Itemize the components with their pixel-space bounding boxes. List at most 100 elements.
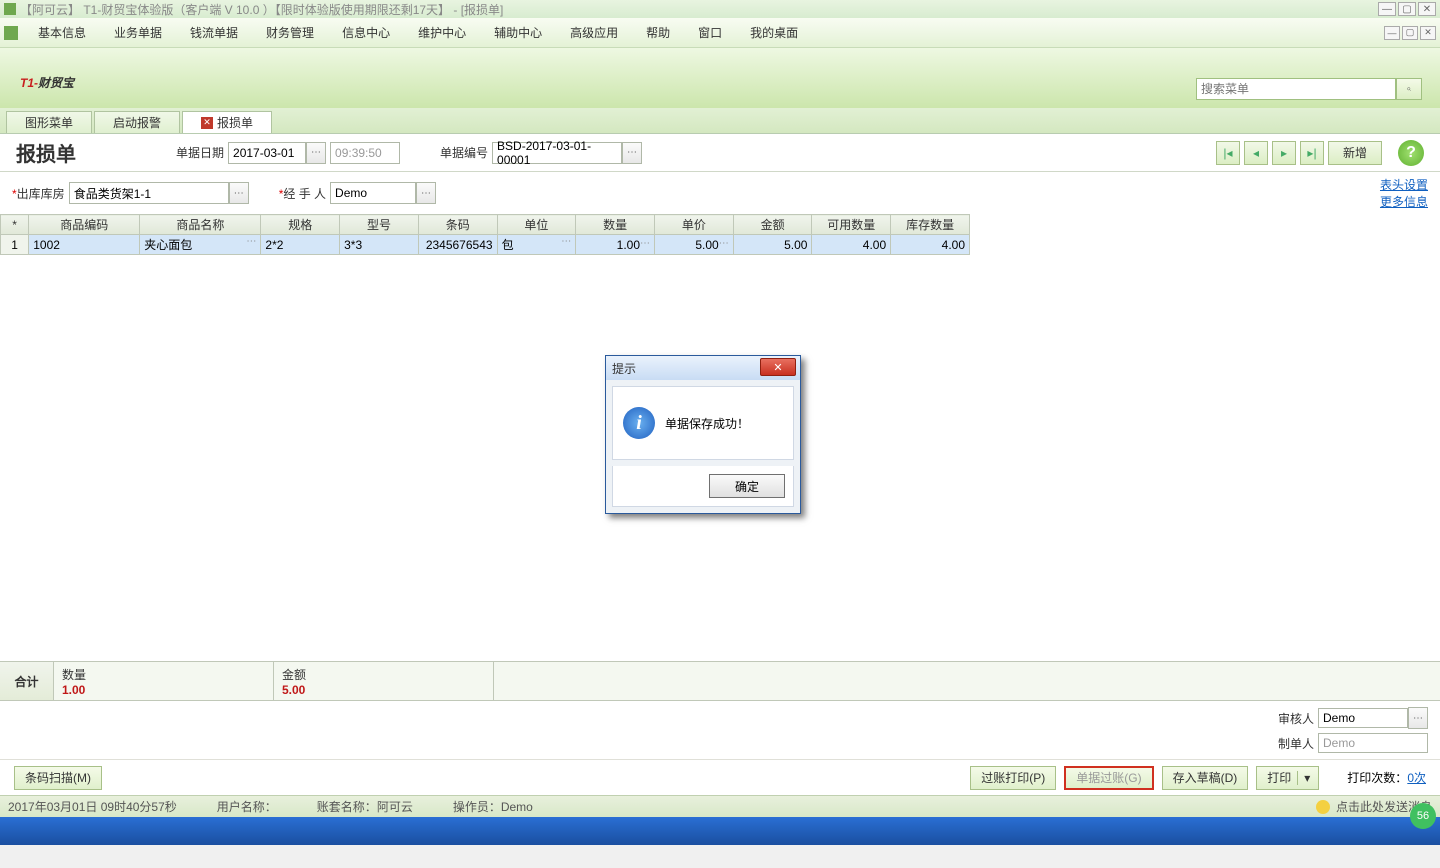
- status-datetime: 2017年03月01日 09时40分57秒: [8, 798, 177, 815]
- mdi-restore-icon[interactable]: ▢: [1402, 26, 1418, 40]
- menu-fin[interactable]: 财务管理: [252, 24, 328, 41]
- col-qty[interactable]: 数量: [576, 215, 655, 235]
- post-button[interactable]: 单据过账(G): [1064, 766, 1153, 790]
- menu-window[interactable]: 窗口: [684, 24, 736, 41]
- smile-icon: [1316, 800, 1330, 814]
- status-account: 账套名称：阿可云: [317, 798, 413, 815]
- cell-price[interactable]: 5.00⋯: [655, 235, 734, 255]
- auditor-picker-button[interactable]: ⋯: [1408, 707, 1428, 729]
- cell-picker-icon[interactable]: ⋯: [640, 238, 650, 249]
- search-input[interactable]: [1196, 78, 1396, 100]
- warehouse-picker-button[interactable]: ⋯: [229, 182, 249, 204]
- menu-basic[interactable]: 基本信息: [24, 24, 100, 41]
- more-info-link[interactable]: 更多信息: [1380, 193, 1428, 210]
- menu-info[interactable]: 信息中心: [328, 24, 404, 41]
- col-spec[interactable]: 规格: [261, 215, 340, 235]
- dialog-ok-button[interactable]: 确定: [709, 474, 785, 498]
- col-unit[interactable]: 单位: [497, 215, 576, 235]
- cell-amount[interactable]: 5.00: [733, 235, 812, 255]
- cell-picker-icon[interactable]: ⋯: [719, 238, 729, 249]
- notification-badge[interactable]: 56: [1410, 803, 1436, 829]
- date-field[interactable]: 2017-03-01: [228, 142, 306, 164]
- menu-adv[interactable]: 高级应用: [556, 24, 632, 41]
- tab-graphmenu[interactable]: 图形菜单: [6, 111, 92, 133]
- docno-field[interactable]: BSD-2017-03-01-00001: [492, 142, 622, 164]
- dialog-titlebar: 提示 ✕: [606, 356, 800, 380]
- col-code[interactable]: 商品编码: [29, 215, 140, 235]
- window-title: 【阿可云】 T1-财贸宝体验版（客户端 V 10.0 ）【限时体验版使用期限还剩…: [20, 1, 503, 18]
- col-model[interactable]: 型号: [340, 215, 419, 235]
- cell-unit[interactable]: 包⋯: [497, 235, 576, 255]
- action-bar: 条码扫描(M) 过账打印(P) 单据过账(G) 存入草稿(D) 打印▾ 打印次数…: [0, 759, 1440, 795]
- search-button[interactable]: [1396, 78, 1422, 100]
- col-stock[interactable]: 库存数量: [891, 215, 970, 235]
- status-user: 用户名称：: [217, 798, 277, 815]
- table-header-row: * 商品编码 商品名称 规格 型号 条码 单位 数量 单价 金额 可用数量 库存…: [1, 215, 970, 235]
- cell-idx: 1: [1, 235, 29, 255]
- col-amount[interactable]: 金额: [733, 215, 812, 235]
- cell-model[interactable]: 3*3: [340, 235, 419, 255]
- nav-prev-button[interactable]: ◂: [1244, 141, 1268, 165]
- cell-barcode[interactable]: 2345676543: [418, 235, 497, 255]
- cell-picker-icon[interactable]: ⋯: [561, 236, 571, 247]
- mdi-minimize-icon[interactable]: —: [1384, 26, 1400, 40]
- brand-bar: T1-财贸宝: [0, 48, 1440, 108]
- cell-picker-icon[interactable]: ⋯: [246, 236, 256, 247]
- menu-help[interactable]: 帮助: [632, 24, 684, 41]
- handler-picker-button[interactable]: ⋯: [416, 182, 436, 204]
- info-icon: i: [623, 407, 655, 439]
- status-bar: 2017年03月01日 09时40分57秒 用户名称： 账套名称：阿可云 操作员…: [0, 795, 1440, 817]
- save-draft-button[interactable]: 存入草稿(D): [1162, 766, 1249, 790]
- tab-alarm[interactable]: 启动报警: [94, 111, 180, 133]
- os-taskbar: 56: [0, 817, 1440, 845]
- lock-icon: [4, 26, 18, 40]
- print-count: 打印次数：0次: [1347, 769, 1426, 786]
- menu-assist[interactable]: 辅助中心: [480, 24, 556, 41]
- menu-desktop[interactable]: 我的桌面: [736, 24, 812, 41]
- menu-biz[interactable]: 业务单据: [100, 24, 176, 41]
- dialog-title: 提示: [612, 360, 636, 377]
- date-picker-button[interactable]: ⋯: [306, 142, 326, 164]
- handler-field[interactable]: Demo: [330, 182, 416, 204]
- col-idx[interactable]: *: [1, 215, 29, 235]
- tab-damage[interactable]: ✕ 报损单: [182, 111, 272, 133]
- header-settings-link[interactable]: 表头设置: [1380, 176, 1428, 193]
- help-icon[interactable]: ?: [1398, 140, 1424, 166]
- warehouse-field[interactable]: 食品类货架1-1: [69, 182, 229, 204]
- col-price[interactable]: 单价: [655, 215, 734, 235]
- cell-name[interactable]: 夹心面包⋯: [140, 235, 261, 255]
- status-operator: 操作员：Demo: [453, 798, 533, 815]
- mdi-close-icon[interactable]: ✕: [1420, 26, 1436, 40]
- cell-code[interactable]: 1002: [29, 235, 140, 255]
- nav-next-button[interactable]: ▸: [1272, 141, 1296, 165]
- col-name[interactable]: 商品名称: [140, 215, 261, 235]
- cell-spec[interactable]: 2*2: [261, 235, 340, 255]
- totals-qty: 数量 1.00: [54, 662, 274, 700]
- table-row[interactable]: 1 1002 夹心面包⋯ 2*2 3*3 2345676543 包⋯ 1.00⋯…: [1, 235, 970, 255]
- docno-picker-button[interactable]: ⋯: [622, 142, 642, 164]
- nav-last-button[interactable]: ▸|: [1300, 141, 1324, 165]
- docno-label: 单据编号: [440, 144, 488, 161]
- auditor-field[interactable]: [1318, 708, 1408, 728]
- col-avail[interactable]: 可用数量: [812, 215, 891, 235]
- print-button[interactable]: 打印▾: [1256, 766, 1319, 790]
- barcode-scan-button[interactable]: 条码扫描(M): [14, 766, 102, 790]
- new-button[interactable]: 新增: [1328, 141, 1382, 165]
- post-print-button[interactable]: 过账打印(P): [970, 766, 1056, 790]
- maximize-icon[interactable]: ▢: [1398, 2, 1416, 16]
- dialog-close-button[interactable]: ✕: [760, 358, 796, 376]
- lock-icon: [4, 3, 16, 15]
- nav-first-button[interactable]: |◂: [1216, 141, 1240, 165]
- tab-strip: 图形菜单 启动报警 ✕ 报损单: [0, 108, 1440, 134]
- chevron-down-icon[interactable]: ▾: [1297, 771, 1316, 785]
- close-icon[interactable]: ✕: [1418, 2, 1436, 16]
- menu-cash[interactable]: 钱流单据: [176, 24, 252, 41]
- col-barcode[interactable]: 条码: [418, 215, 497, 235]
- menu-maint[interactable]: 维护中心: [404, 24, 480, 41]
- tab-close-icon[interactable]: ✕: [201, 117, 213, 129]
- warehouse-label: 出库库房: [12, 185, 65, 202]
- minimize-icon[interactable]: —: [1378, 2, 1396, 16]
- cell-qty[interactable]: 1.00⋯: [576, 235, 655, 255]
- window-titlebar: 【阿可云】 T1-财贸宝体验版（客户端 V 10.0 ）【限时体验版使用期限还剩…: [0, 0, 1440, 18]
- print-count-link[interactable]: 0次: [1407, 771, 1426, 785]
